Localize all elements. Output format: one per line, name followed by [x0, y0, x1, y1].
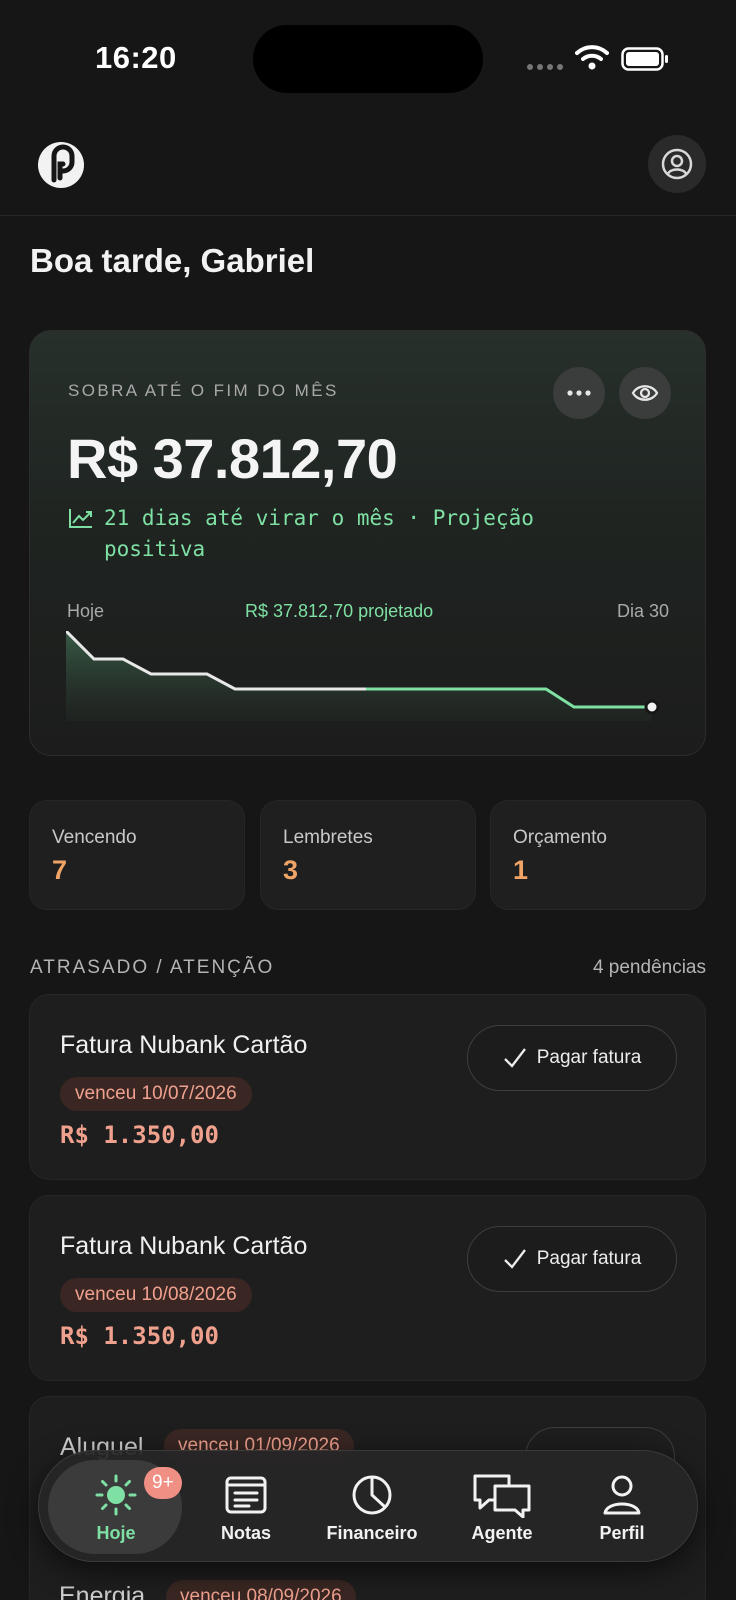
stat-value: 3 [283, 855, 299, 885]
nav-item-hoje[interactable]: Hoje 9+ [51, 1451, 182, 1563]
eye-icon [631, 385, 659, 401]
nav-label: Hoje [96, 1523, 136, 1543]
chart-end-label: Dia 30 [616, 601, 669, 621]
pie-chart-icon [350, 1473, 394, 1517]
stat-value: 7 [52, 855, 68, 885]
trending-up-icon [69, 509, 92, 528]
bill-card[interactable]: Fatura Nubank Cartão venceu 10/07/2026 R… [29, 994, 706, 1180]
status-time: 16:20 [95, 40, 177, 75]
nav-item-agente[interactable]: Agente [437, 1451, 567, 1563]
bill-amount: R$ 1.350,00 [60, 1322, 219, 1350]
more-horizontal-icon [567, 390, 591, 396]
stat-label: Vencendo [52, 827, 137, 848]
nav-item-perfil[interactable]: Perfil [557, 1451, 687, 1563]
sun-icon [94, 1473, 138, 1517]
chart-projection-label: R$ 37.812,70 projetado [245, 601, 434, 621]
chart-area [66, 631, 652, 721]
cellular-signal-icon [527, 64, 563, 70]
section-title: ATRASADO / ATENÇÃO [30, 957, 275, 978]
app-logo [38, 142, 84, 188]
status-bar: 16:20 [0, 0, 736, 110]
nav-item-notas[interactable]: Notas [181, 1451, 311, 1563]
stat-card-orcamento[interactable]: Orçamento 1 [490, 800, 706, 910]
bottom-navigation: Hoje 9+ Notas Financeiro Agente Perfil [38, 1450, 698, 1562]
bill-card[interactable]: Fatura Nubank Cartão venceu 10/08/2026 R… [29, 1195, 706, 1381]
app-header [0, 130, 736, 216]
pay-invoice-button[interactable]: Pagar fatura [467, 1226, 677, 1292]
projected-balance: R$ 37.812,70 [67, 427, 398, 490]
overdue-badge: venceu 10/08/2026 [60, 1278, 252, 1312]
check-icon [503, 1249, 526, 1269]
battery-icon [621, 47, 668, 71]
bill-title: Fatura Nubank Cartão [60, 1232, 308, 1260]
user-circle-icon [661, 148, 693, 180]
dynamic-island [253, 25, 483, 93]
pay-invoice-button[interactable]: Pagar fatura [467, 1025, 677, 1091]
balance-projection-chart [66, 631, 660, 721]
toggle-visibility-button[interactable] [619, 367, 671, 419]
stat-card-lembretes[interactable]: Lembretes 3 [260, 800, 476, 910]
month-projection-card: SOBRA ATÉ O FIM DO MÊS R$ 37.812,70 21 d… [29, 330, 706, 756]
nav-label: Perfil [599, 1523, 645, 1543]
greeting-title: Boa tarde, Gabriel [30, 242, 315, 279]
projection-trend-text: 21 dias até virar o mês · Projeção posit… [104, 506, 534, 561]
bill-amount: R$ 1.350,00 [60, 1121, 219, 1149]
nav-label: Financeiro [326, 1523, 418, 1543]
projection-label: SOBRA ATÉ O FIM DO MÊS [68, 381, 339, 400]
user-icon [600, 1473, 644, 1517]
nav-label: Agente [471, 1523, 533, 1543]
bill-title: Fatura Nubank Cartão [60, 1031, 308, 1059]
overdue-badge: venceu 08/09/2026 [166, 1580, 356, 1600]
bill-title: Energia [59, 1582, 146, 1600]
overdue-badge: venceu 10/07/2026 [60, 1077, 252, 1111]
more-options-button[interactable] [553, 367, 605, 419]
nav-item-financeiro[interactable]: Financeiro [307, 1451, 437, 1563]
profile-button[interactable] [648, 135, 706, 193]
chart-start-label: Hoje [67, 601, 105, 621]
stat-value: 1 [513, 855, 529, 885]
notification-badge: 9+ [144, 1467, 182, 1499]
section-count: 4 pendências [592, 957, 706, 978]
wifi-icon [575, 45, 609, 70]
check-icon [503, 1048, 526, 1068]
stat-label: Lembretes [283, 827, 373, 848]
stat-label: Orçamento [513, 827, 607, 848]
pay-invoice-label: Pagar fatura [536, 1248, 642, 1269]
chat-icon [471, 1473, 533, 1518]
pay-invoice-label: Pagar fatura [536, 1047, 642, 1068]
chart-end-point [644, 699, 660, 715]
nav-label: Notas [220, 1523, 271, 1543]
stat-card-vencendo[interactable]: Vencendo 7 [29, 800, 245, 910]
notes-icon [224, 1473, 268, 1517]
